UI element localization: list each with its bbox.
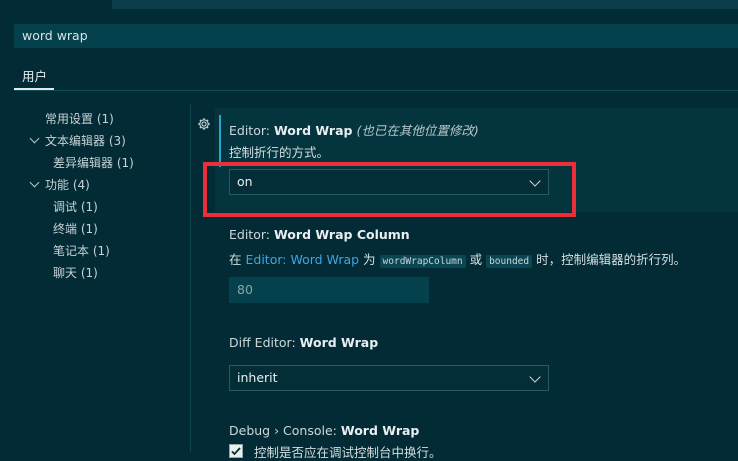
desc-text: 在 [229,252,246,267]
toc-item-label: 常用设置 [45,112,94,126]
settings-search-input[interactable]: word wrap [14,24,738,48]
toc-item-count: (1) [92,244,110,258]
inline-code: wordWrapColumn [379,255,466,268]
debug-word-wrap-checkbox[interactable] [229,444,243,458]
setting-name: Word Wrap Column [273,227,410,242]
toc-item-label: 调试 [53,200,78,214]
toc-item-label: 聊天 [53,266,78,280]
setting-name: Word Wrap [273,123,353,138]
toc-item-diff-editor[interactable]: 差异编辑器 (1) [53,154,134,171]
toc-item-count: (4) [72,178,90,192]
toc-item-label: 终端 [53,222,78,236]
toc-item-chat[interactable]: 聊天 (1) [53,264,98,281]
chevron-down-icon [529,371,541,383]
toc-item-common[interactable]: 常用设置 (1) [45,110,114,127]
desc-text: 为 [359,252,380,267]
toc-item-label: 差异编辑器 [53,156,114,170]
toc-item-text-editor[interactable]: 文本编辑器 (3) [45,132,126,149]
chevron-down-icon[interactable] [29,133,40,144]
gear-icon[interactable] [197,117,211,131]
setting-category: Diff Editor: [229,335,300,350]
setting-title-word-wrap: Editor: Word Wrap (也已在其他位置修改) [229,120,479,139]
setting-description: 控制折行的方式。 [229,145,330,160]
modified-elsewhere-note[interactable]: (也已在其他位置修改) [356,123,478,138]
chevron-down-icon[interactable] [29,177,40,188]
select-value: inherit [237,370,278,385]
toc-item-label: 笔记本 [53,244,90,258]
toc-item-notebook[interactable]: 笔记本 (1) [53,242,110,259]
setting-title-debug-word-wrap: Debug › Console: Word Wrap [229,423,419,438]
setting-category: Editor: [229,227,274,242]
toc-item-count: (1) [80,222,98,236]
toc-item-label: 文本编辑器 [45,134,106,148]
tab-divider [14,90,738,91]
setting-name: Word Wrap [299,335,379,350]
setting-category: Editor: [229,123,274,138]
setting-category: Debug › Console: [229,423,341,438]
toc-item-count: (3) [108,134,126,148]
title-bar-region [112,0,738,9]
title-bar [0,0,738,22]
toc-item-count: (1) [96,112,114,126]
setting-title-word-wrap-column: Editor: Word Wrap Column [229,227,410,242]
diff-word-wrap-select[interactable]: inherit [229,365,549,391]
toc-item-terminal[interactable]: 终端 (1) [53,220,98,237]
check-icon [231,447,241,456]
desc-text: 时，控制编辑器的折行列。 [532,252,687,267]
desc-text: 或 [465,252,487,267]
setting-name: Word Wrap [340,423,420,438]
toc-item-debug[interactable]: 调试 (1) [53,198,98,215]
setting-description: 在 Editor: Word Wrap 为 wordWrapColumn 或 b… [229,249,686,268]
annotation-highlight-box [203,162,576,217]
toc-item-count: (1) [80,266,98,280]
modified-indicator [219,115,221,167]
toc-item-label: 功能 [45,178,70,192]
tab-user[interactable]: 用户 [22,66,47,85]
toc-item-count: (1) [80,200,98,214]
toc-item-count: (1) [116,156,134,170]
inline-code: bounded [486,255,533,268]
word-wrap-column-input[interactable]: 80 [229,277,429,303]
setting-link[interactable]: Editor: Word Wrap [245,252,359,267]
setting-title-diff-word-wrap: Diff Editor: Word Wrap [229,335,378,350]
toc-item-features[interactable]: 功能 (4) [45,176,90,193]
toc-sash[interactable] [190,104,191,452]
